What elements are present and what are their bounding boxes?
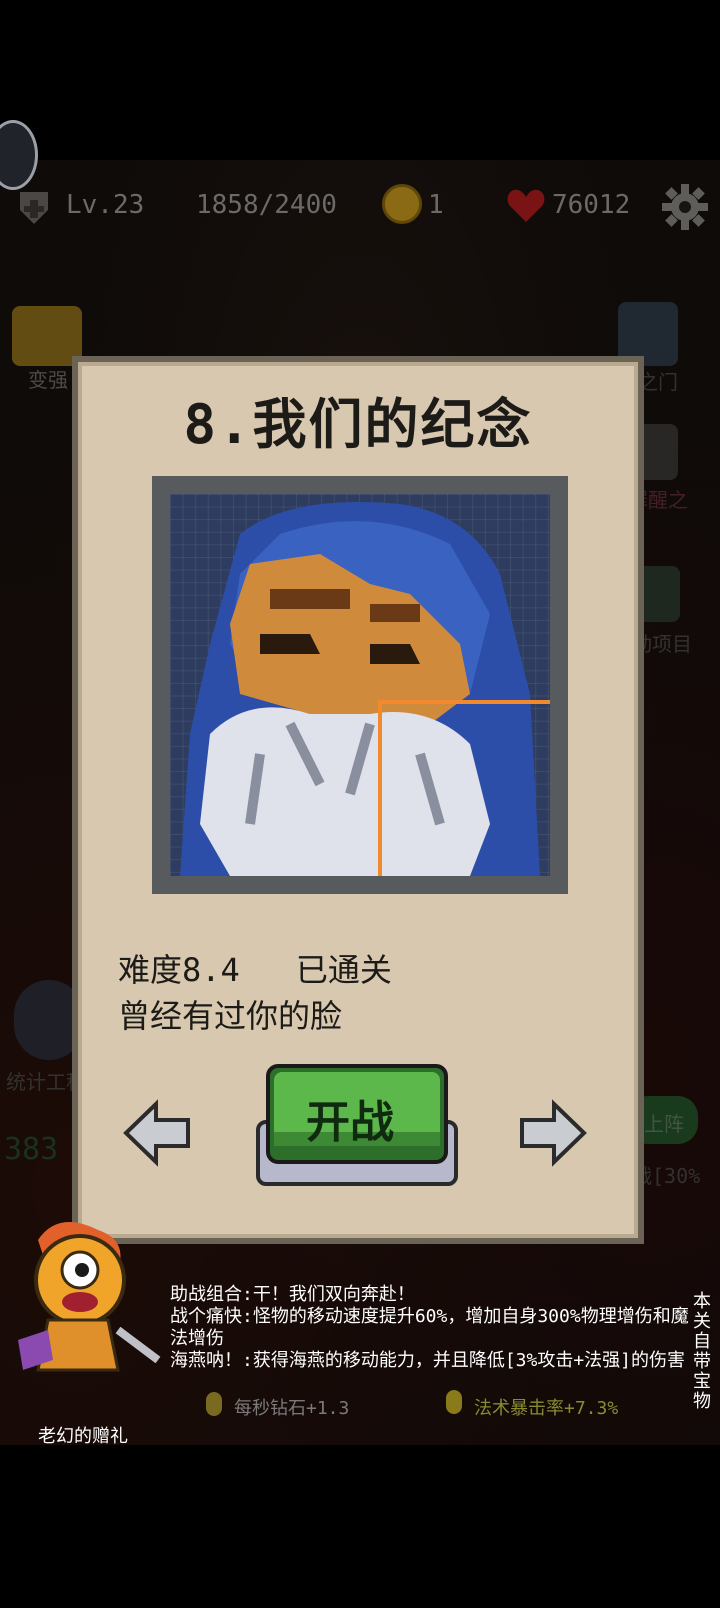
selection-box[interactable] [378, 700, 550, 876]
next-level-arrow-icon[interactable] [518, 1098, 588, 1168]
puzzle-frame [152, 476, 568, 894]
desc-line-1: 助战组合:干！我们双向奔赴！ [170, 1284, 415, 1305]
hp-text: 76012 [552, 190, 631, 220]
difficulty-text: 难度8.4 [118, 951, 240, 989]
start-battle-button[interactable]: 开战 [254, 1062, 460, 1188]
treasure-vertical-label: 本关自带宝物 [693, 1291, 711, 1412]
previous-level-arrow-icon[interactable] [122, 1098, 192, 1168]
level-description: 曾经有过你的脸 [118, 997, 343, 1035]
start-battle-label: 开战 [306, 1097, 394, 1148]
coin-count: 1 [428, 190, 444, 220]
stat-right-icon [446, 1390, 462, 1414]
status-bar: Lv.23 1858/2400 1 76012 [0, 178, 720, 238]
monster-caption: 老幻的赠礼 [38, 1426, 128, 1447]
desc-line-3: 海燕呐！:获得海燕的移动能力，并且降低[3%攻击+法强]的伤害 [170, 1350, 686, 1371]
heart-icon [507, 189, 545, 222]
coin-icon [382, 184, 422, 224]
level-text: Lv.23 [66, 190, 145, 220]
shield-icon [20, 192, 48, 224]
cleared-status: 已通关 [295, 951, 392, 989]
gear-icon[interactable] [660, 182, 710, 232]
monster-mascot-icon [18, 1222, 161, 1372]
level-dialog: 8.我们的纪念 难度8.4 已通关 曾经有过你的脸 开战 [72, 356, 644, 1244]
level-title: 8.我们的纪念 [183, 393, 533, 456]
puzzle-image[interactable] [170, 494, 550, 876]
stat-left: 每秒钻石+1.3 [234, 1398, 350, 1419]
stat-left-icon [206, 1392, 222, 1416]
stat-right: 法术暴击率+7.3% [474, 1398, 619, 1419]
desc-line-2: 战个痛快:怪物的移动速度提升60%，增加自身300%物理增伤和魔法增伤 [170, 1306, 689, 1349]
level-info: 难度8.4 已通关 曾经有过你的脸 [118, 947, 392, 1039]
xp-text: 1858/2400 [196, 190, 337, 220]
bonus-description: 助战组合:干！我们双向奔赴！ 战个痛快:怪物的移动速度提升60%，增加自身300… [170, 1284, 700, 1372]
